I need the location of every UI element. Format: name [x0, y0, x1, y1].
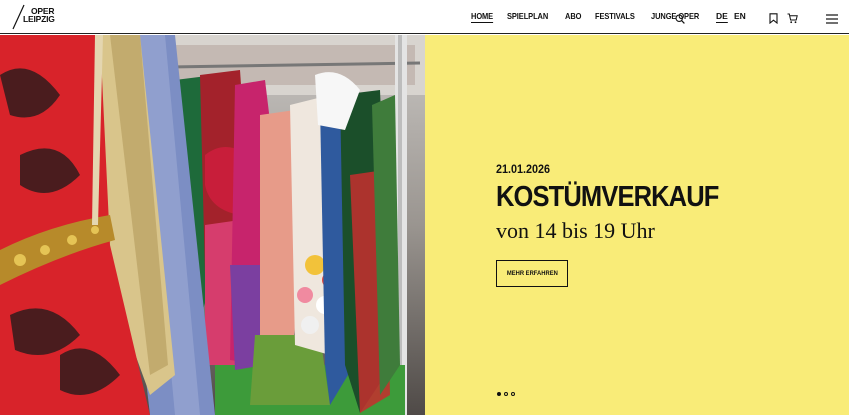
- event-date: 21.01.2026: [496, 162, 551, 176]
- costume-rack-illustration: [0, 35, 425, 415]
- language-en[interactable]: EN: [734, 11, 746, 21]
- nav-item-spielplan[interactable]: SPIELPLAN: [507, 11, 548, 21]
- bookmark-icon[interactable]: [769, 11, 778, 29]
- search-icon[interactable]: [675, 11, 685, 29]
- nav-item-festivals[interactable]: FESTIVALS: [595, 11, 635, 21]
- slider-dot-1[interactable]: [497, 392, 501, 396]
- hero-image-costumes: [0, 35, 425, 415]
- mehr-erfahren-label: MEHR ERFAHREN: [506, 270, 558, 277]
- hamburger-menu-icon[interactable]: [826, 11, 838, 29]
- nav-item-home[interactable]: HOME: [471, 11, 493, 21]
- event-time: von 14 bis 19 Uhr: [496, 218, 655, 243]
- slider-dot-2[interactable]: [504, 392, 508, 396]
- slider-dot-3[interactable]: [511, 392, 515, 396]
- oper-leipzig-logo[interactable]: OPER LEIPZIG: [12, 4, 55, 30]
- language-de[interactable]: DE: [716, 11, 728, 21]
- logo-line-2: LEIPZIG: [23, 14, 55, 24]
- logo-wordmark: OPER LEIPZIG: [23, 7, 55, 24]
- event-title: KOSTÜMVERKAUF: [496, 181, 719, 213]
- slider-pagination: [497, 392, 515, 396]
- nav-item-abo[interactable]: ABO: [565, 11, 581, 21]
- mehr-erfahren-button[interactable]: MEHR ERFAHREN: [496, 260, 568, 287]
- main-navigation: HOME SPIELPLAN ABO FESTIVALS JUNGE OPER: [471, 11, 706, 21]
- hero-text-panel: 21.01.2026 KOSTÜMVERKAUF von 14 bis 19 U…: [425, 35, 849, 415]
- site-header: OPER LEIPZIG HOME SPIELPLAN ABO FESTIVAL…: [0, 0, 849, 34]
- cart-icon[interactable]: [787, 11, 798, 29]
